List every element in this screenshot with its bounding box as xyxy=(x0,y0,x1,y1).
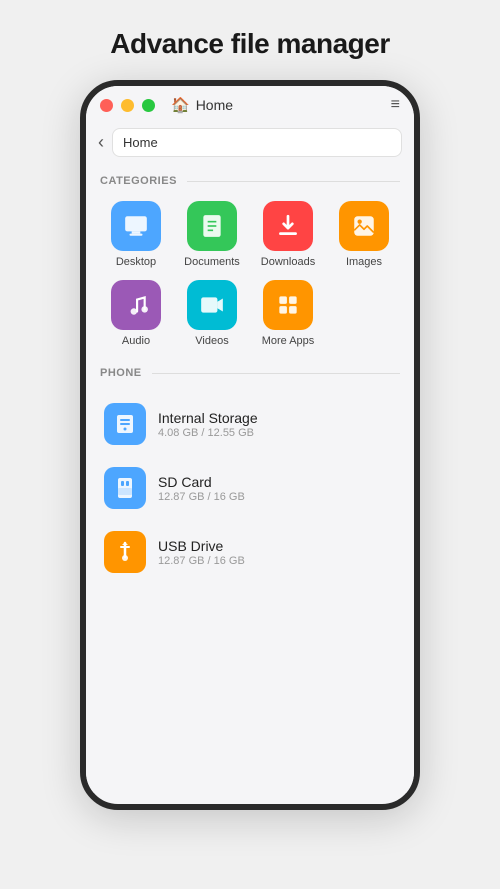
sdcard-name: SD Card xyxy=(158,474,245,490)
desktop-label: Desktop xyxy=(116,256,156,268)
sdcard-icon xyxy=(104,467,146,509)
category-downloads[interactable]: Downloads xyxy=(252,201,324,268)
home-icon: 🏠 xyxy=(171,96,190,114)
moreapps-icon xyxy=(263,280,313,330)
title-bar-home: 🏠 Home xyxy=(171,96,233,114)
category-desktop[interactable]: Desktop xyxy=(100,201,172,268)
category-images[interactable]: Images xyxy=(328,201,400,268)
category-grid: Desktop Documents Downloads Images xyxy=(100,201,400,347)
usb-size: 12.87 GB / 16 GB xyxy=(158,555,245,567)
sdcard-size: 12.87 GB / 16 GB xyxy=(158,491,245,503)
internal-storage-size: 4.08 GB / 12.55 GB xyxy=(158,427,258,439)
storage-sdcard[interactable]: SD Card 12.87 GB / 16 GB xyxy=(100,457,400,519)
sdcard-info: SD Card 12.87 GB / 16 GB xyxy=(158,474,245,503)
back-button[interactable]: ‹ xyxy=(98,132,104,153)
documents-label: Documents xyxy=(184,256,240,268)
list-view-icon[interactable]: ≡ xyxy=(391,96,400,114)
title-bar-label: Home xyxy=(196,97,233,113)
storage-usb[interactable]: USB Drive 12.87 GB / 16 GB xyxy=(100,521,400,583)
phone-label: PHONE xyxy=(100,367,142,379)
usb-icon xyxy=(104,531,146,573)
page-title: Advance file manager xyxy=(110,28,389,60)
usb-name: USB Drive xyxy=(158,538,245,554)
internal-storage-icon xyxy=(104,403,146,445)
phone-section-header: PHONE xyxy=(100,367,400,379)
storage-list: Internal Storage 4.08 GB / 12.55 GB SD C… xyxy=(100,393,400,583)
usb-info: USB Drive 12.87 GB / 16 GB xyxy=(158,538,245,567)
moreapps-label: More Apps xyxy=(262,335,315,347)
phone-section: PHONE Internal Storage 4.08 GB / 12.55 G… xyxy=(100,367,400,583)
category-audio[interactable]: Audio xyxy=(100,280,172,347)
audio-label: Audio xyxy=(122,335,150,347)
audio-icon xyxy=(111,280,161,330)
categories-section-header: CATEGORIES xyxy=(100,175,400,187)
traffic-light-green[interactable] xyxy=(142,99,155,112)
storage-internal[interactable]: Internal Storage 4.08 GB / 12.55 GB xyxy=(100,393,400,455)
downloads-icon xyxy=(263,201,313,251)
videos-label: Videos xyxy=(195,335,228,347)
documents-icon xyxy=(187,201,237,251)
traffic-light-red[interactable] xyxy=(100,99,113,112)
internal-storage-info: Internal Storage 4.08 GB / 12.55 GB xyxy=(158,410,258,439)
internal-storage-name: Internal Storage xyxy=(158,410,258,426)
phone-frame: 🏠 Home ≡ ‹ Home CATEGORIES Desktop xyxy=(80,80,420,810)
videos-icon xyxy=(187,280,237,330)
downloads-label: Downloads xyxy=(261,256,315,268)
content-area: CATEGORIES Desktop Documents Down xyxy=(86,165,414,793)
category-documents[interactable]: Documents xyxy=(176,201,248,268)
images-icon xyxy=(339,201,389,251)
category-videos[interactable]: Videos xyxy=(176,280,248,347)
images-label: Images xyxy=(346,256,382,268)
address-input[interactable]: Home xyxy=(112,128,402,157)
title-bar: 🏠 Home ≡ xyxy=(86,86,414,124)
traffic-light-orange[interactable] xyxy=(121,99,134,112)
categories-divider xyxy=(187,181,400,182)
phone-divider xyxy=(152,373,400,374)
categories-label: CATEGORIES xyxy=(100,175,177,187)
category-moreapps[interactable]: More Apps xyxy=(252,280,324,347)
desktop-icon xyxy=(111,201,161,251)
address-bar: ‹ Home xyxy=(86,124,414,165)
